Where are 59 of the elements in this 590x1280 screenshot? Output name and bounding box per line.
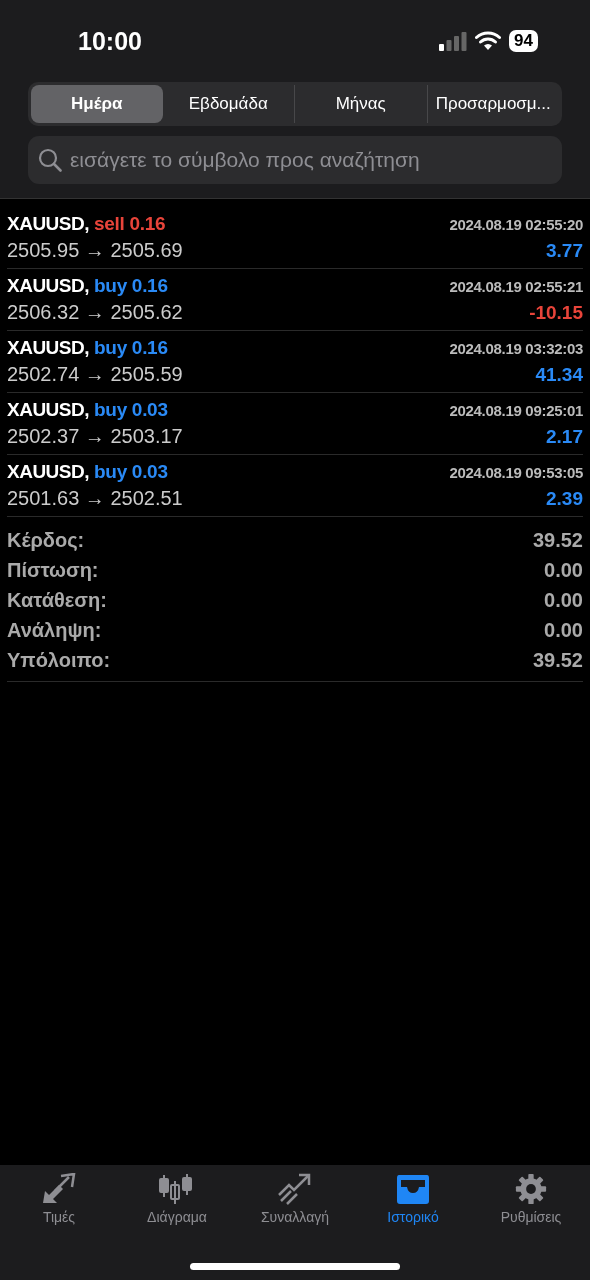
summary-value: 39.52 — [532, 648, 583, 672]
trade-prices: 2502.74 → 2505.59 — [7, 363, 183, 386]
trade-symbol: XAUUSD, — [7, 461, 89, 483]
double-arrow-icon — [41, 1173, 77, 1205]
trade-prices: 2506.32 → 2505.62 — [7, 301, 183, 324]
trade-symbol: XAUUSD, — [7, 213, 89, 235]
summary-label: Κέρδος: — [7, 528, 85, 552]
candlestick-icon — [159, 1173, 195, 1205]
tab-bar-item[interactable]: Συναλλαγή — [236, 1173, 354, 1225]
trade-symbol: XAUUSD, — [7, 399, 89, 421]
trade-row[interactable]: XAUUSD, buy 0.03 2024.08.19 09:53:05 2501.63 → 2502.51 2.39 — [7, 455, 583, 517]
clock: 10:00 — [78, 26, 142, 56]
trade-profit: 41.34 — [535, 364, 583, 386]
trade-time: 2024.08.19 02:55:21 — [449, 278, 583, 295]
trade-time: 2024.08.19 02:55:20 — [449, 216, 583, 233]
tab-bar-item[interactable]: Ιστορικό — [354, 1173, 472, 1225]
summary-label: Πίστωση: — [7, 558, 99, 582]
summary-value: 0.00 — [544, 588, 583, 612]
wifi-icon — [475, 31, 502, 51]
period-tab[interactable]: Μήνας — [294, 85, 427, 123]
battery-indicator: 94 — [509, 30, 538, 52]
trade-row[interactable]: XAUUSD, buy 0.16 2024.08.19 03:32:03 2502.74 → 2505.59 41.34 — [7, 331, 583, 393]
period-tab[interactable]: Εβδομάδα — [162, 85, 294, 123]
summary-value: 39.52 — [532, 528, 583, 552]
summary-value: 0.00 — [544, 618, 583, 642]
trade-order: buy 0.03 — [94, 461, 168, 483]
trade-time: 2024.08.19 03:32:03 — [449, 340, 583, 357]
trade-time: 2024.08.19 09:53:05 — [449, 464, 583, 481]
trade-prices: 2505.95 → 2505.69 — [7, 239, 183, 262]
trade-profit: 2.17 — [546, 426, 583, 448]
tab-bar-item[interactable]: Τιμές — [0, 1173, 118, 1225]
trade-profit: 2.39 — [546, 488, 583, 510]
trade-profit: -10.15 — [529, 302, 583, 324]
search-field[interactable]: εισάγετε το σύμβολο προς αναζήτηση — [28, 136, 562, 184]
trade-order: buy 0.16 — [94, 337, 168, 359]
trade-symbol: XAUUSD, — [7, 275, 89, 297]
period-tab[interactable]: Ημέρα — [31, 85, 163, 123]
trade-row[interactable]: XAUUSD, buy 0.16 2024.08.19 02:55:21 2506.32 → 2505.62 -10.15 — [7, 269, 583, 331]
trade-order: buy 0.16 — [94, 275, 168, 297]
inbox-tray-icon — [395, 1173, 431, 1205]
trend-arrow-icon — [277, 1173, 313, 1205]
trade-row[interactable]: XAUUSD, buy 0.03 2024.08.19 09:25:01 2502.37 → 2503.17 2.17 — [7, 393, 583, 455]
tab-bar-item[interactable]: Διάγραμα — [118, 1173, 236, 1225]
tab-bar-item[interactable]: Ρυθμίσεις — [472, 1173, 590, 1225]
summary-label: Κατάθεση: — [7, 588, 107, 612]
summary-value: 0.00 — [544, 558, 583, 582]
trade-order: sell 0.16 — [94, 213, 166, 235]
trade-symbol: XAUUSD, — [7, 337, 89, 359]
trade-order: buy 0.03 — [94, 399, 168, 421]
period-tab[interactable]: Προσαρμοσμ... — [426, 85, 559, 123]
settings-icon — [513, 1173, 549, 1205]
trade-profit: 3.77 — [546, 240, 583, 262]
summary-label: Ανάληψη: — [7, 618, 102, 642]
trade-prices: 2502.37 → 2503.17 — [7, 425, 183, 448]
trade-row[interactable]: XAUUSD, sell 0.16 2024.08.19 02:55:20 2505.95 → 2505.69 3.77 — [7, 207, 583, 269]
trade-prices: 2501.63 → 2502.51 — [7, 487, 183, 510]
signal-icon — [439, 31, 468, 51]
summary-label: Υπόλοιπο: — [7, 648, 111, 672]
trade-time: 2024.08.19 09:25:01 — [449, 402, 583, 419]
